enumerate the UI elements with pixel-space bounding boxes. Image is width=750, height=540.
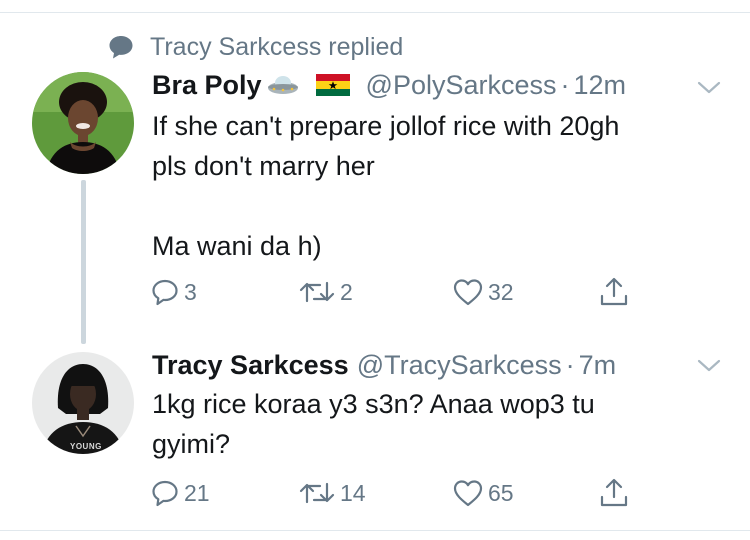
reply-context-label: Tracy Sarkcess replied xyxy=(150,32,404,61)
ghana-flag-icon xyxy=(315,74,350,96)
timestamp[interactable]: 12m xyxy=(574,70,627,101)
display-name[interactable]: Bra Poly xyxy=(152,70,262,101)
top-divider xyxy=(0,12,750,13)
tweet-header: Bra Poly @PolySarkcess · 12m xyxy=(152,68,626,102)
chevron-down-icon[interactable] xyxy=(696,358,722,374)
chevron-down-icon[interactable] xyxy=(696,80,722,96)
avatar[interactable]: YOUNG xyxy=(32,352,134,454)
separator-dot: · xyxy=(565,349,575,380)
reply-icon xyxy=(152,279,178,306)
reply-button[interactable]: 3 xyxy=(150,274,197,310)
like-count: 65 xyxy=(488,479,514,506)
handle[interactable]: @TracySarkcess xyxy=(357,350,562,381)
speech-bubble-icon xyxy=(109,36,133,59)
retweet-icon xyxy=(299,281,335,303)
reply-count: 3 xyxy=(184,278,197,305)
share-button[interactable] xyxy=(598,274,630,310)
ufo-icon xyxy=(267,76,298,94)
heart-icon xyxy=(453,480,483,507)
heart-icon xyxy=(453,279,483,306)
retweet-button[interactable]: 2 xyxy=(298,274,353,310)
reply-context[interactable]: Tracy Sarkcess replied xyxy=(108,32,403,62)
tweet-header: Tracy Sarkcess @TracySarkcess · 7m xyxy=(152,348,616,382)
display-name[interactable]: Tracy Sarkcess xyxy=(152,350,349,381)
avatar-caption: YOUNG xyxy=(70,442,102,451)
reply-button[interactable]: 21 xyxy=(150,475,210,511)
like-button[interactable]: 65 xyxy=(452,475,514,511)
share-icon xyxy=(600,478,628,507)
avatar[interactable] xyxy=(32,72,134,174)
retweet-button[interactable]: 14 xyxy=(298,475,366,511)
reply-count: 21 xyxy=(184,479,210,506)
tweet-text: If she can't prepare jollof rice with 20… xyxy=(152,111,620,261)
bottom-divider xyxy=(0,530,750,531)
retweet-icon xyxy=(299,482,335,504)
handle[interactable]: @PolySarkcess xyxy=(366,70,557,101)
reply-icon xyxy=(152,480,178,507)
tweet-text: 1kg rice koraa y3 s3n? Anaa wop3 tu gyim… xyxy=(152,389,595,459)
timestamp[interactable]: 7m xyxy=(579,350,617,381)
share-button[interactable] xyxy=(598,475,630,511)
avatar-image xyxy=(32,352,134,454)
share-icon xyxy=(600,277,628,306)
separator-dot: · xyxy=(560,69,570,100)
like-button[interactable]: 32 xyxy=(452,274,514,310)
retweet-count: 14 xyxy=(340,479,366,506)
thread-line xyxy=(81,180,86,344)
retweet-count: 2 xyxy=(340,278,353,305)
avatar-image xyxy=(32,72,134,174)
like-count: 32 xyxy=(488,278,514,305)
